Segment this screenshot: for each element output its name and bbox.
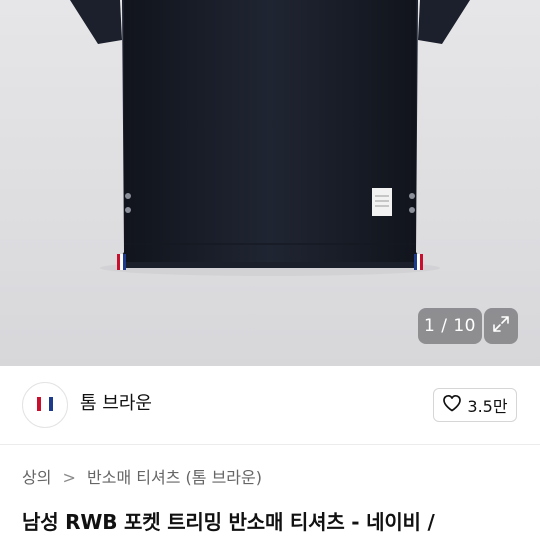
like-button[interactable]: 3.5만 <box>433 388 517 422</box>
brand-name-link[interactable]: 톰 브라운 <box>80 390 152 418</box>
expand-image-button[interactable] <box>484 308 518 344</box>
breadcrumb-separator: > <box>62 468 76 487</box>
product-title: 남성 RWB 포켓 트리밍 반소매 티셔츠 - 네이비 / <box>22 510 435 534</box>
breadcrumb-item-category[interactable]: 상의 <box>22 468 51 487</box>
breadcrumb: 상의 > 반소매 티셔츠 (톰 브라운) <box>22 466 262 490</box>
tricolor-stripe-logo <box>37 396 53 415</box>
product-image-gallery[interactable]: 1 / 10 <box>0 0 540 366</box>
like-count: 3.5만 <box>467 397 508 416</box>
image-counter: 1 / 10 <box>418 308 482 344</box>
heart-outline-icon <box>442 394 462 416</box>
breadcrumb-item-subcategory[interactable]: 반소매 티셔츠 (톰 브라운) <box>87 468 262 487</box>
brand-logo[interactable] <box>22 382 68 428</box>
expand-arrows-icon <box>492 315 510 337</box>
